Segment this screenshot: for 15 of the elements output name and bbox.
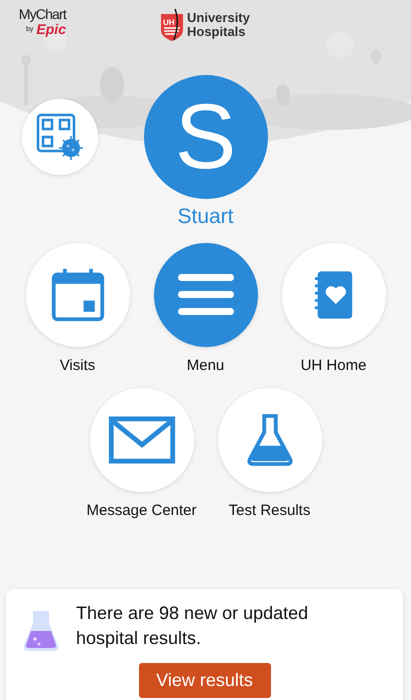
- logo-text: Hospitals: [187, 25, 246, 39]
- mychart-logo-text: MyChart: [18, 6, 66, 22]
- shield-logo-icon: [160, 8, 184, 42]
- flask-icon: [23, 609, 59, 653]
- calendar-icon: [50, 267, 106, 323]
- notice-text: There are 98 new or updated hospital results.: [76, 602, 310, 650]
- flask-icon: [246, 413, 294, 467]
- qr-code-virus-icon: [36, 113, 84, 161]
- epic-logo-text: Epic: [36, 22, 66, 37]
- notebook-heart-icon: [314, 269, 354, 321]
- qr-code-button[interactable]: [22, 99, 98, 175]
- logo-mark-text: UH: [163, 18, 175, 27]
- envelope-icon: [108, 416, 176, 464]
- view-results-button[interactable]: View results: [138, 663, 270, 698]
- logo-text: University: [187, 11, 250, 25]
